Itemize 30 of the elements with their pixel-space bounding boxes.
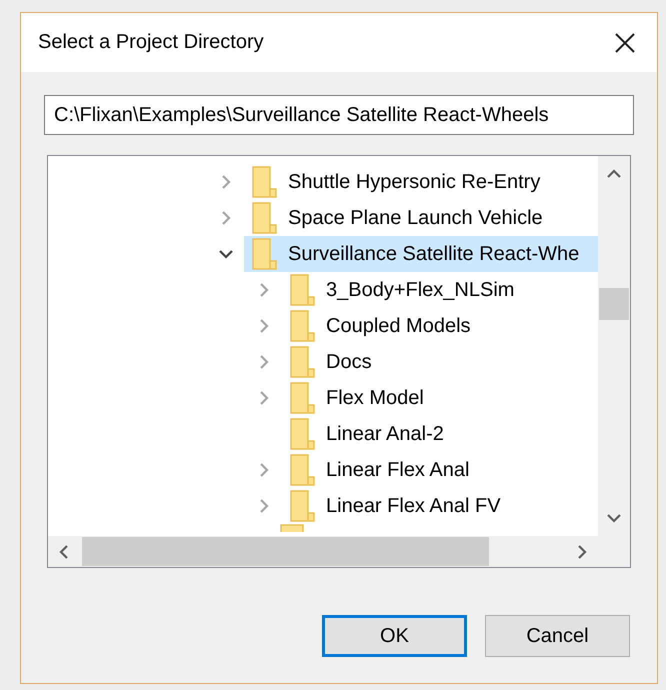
folder-icon [252, 166, 278, 198]
ok-button[interactable]: OK [322, 615, 467, 657]
tree-item[interactable]: Surveillance Satellite React-Whe [244, 236, 598, 272]
vertical-scrollbar[interactable] [598, 156, 630, 536]
tree-item[interactable]: Docs [282, 344, 598, 380]
tree-item[interactable]: Linear Flex Anal FV [282, 488, 598, 524]
close-icon [615, 32, 635, 52]
tree-item[interactable]: Linear Flex Anal [282, 452, 598, 488]
tree-item[interactable]: Shuttle Hypersonic Re-Entry [244, 164, 598, 200]
folder-icon [290, 418, 316, 450]
path-field[interactable]: C:\Flixan\Examples\Surveillance Satellite React-Wheels [44, 95, 634, 135]
scroll-thumb[interactable] [82, 537, 489, 566]
folder-icon [252, 202, 278, 234]
folder-icon [290, 454, 316, 486]
scroll-thumb[interactable] [599, 288, 629, 320]
horizontal-scrollbar[interactable] [48, 536, 598, 567]
tree-item[interactable]: Coupled Models [282, 308, 598, 344]
folder-icon [280, 524, 304, 532]
folder-icon [252, 238, 278, 270]
window-title: Select a Project Directory [38, 31, 264, 54]
folder-icon [290, 490, 316, 522]
folder-icon [290, 274, 316, 306]
tree-item[interactable]: Space Plane Launch Vehicle [244, 200, 598, 236]
folder-icon [290, 310, 316, 342]
folder-icon [290, 382, 316, 414]
tree-item[interactable]: 3_Body+Flex_NLSim [282, 272, 598, 308]
tree-item[interactable]: Linear Anal-2 [282, 416, 598, 452]
tree-item[interactable]: Flex Model [282, 380, 598, 416]
folder-icon [290, 346, 316, 378]
cancel-button[interactable]: Cancel [485, 615, 630, 657]
